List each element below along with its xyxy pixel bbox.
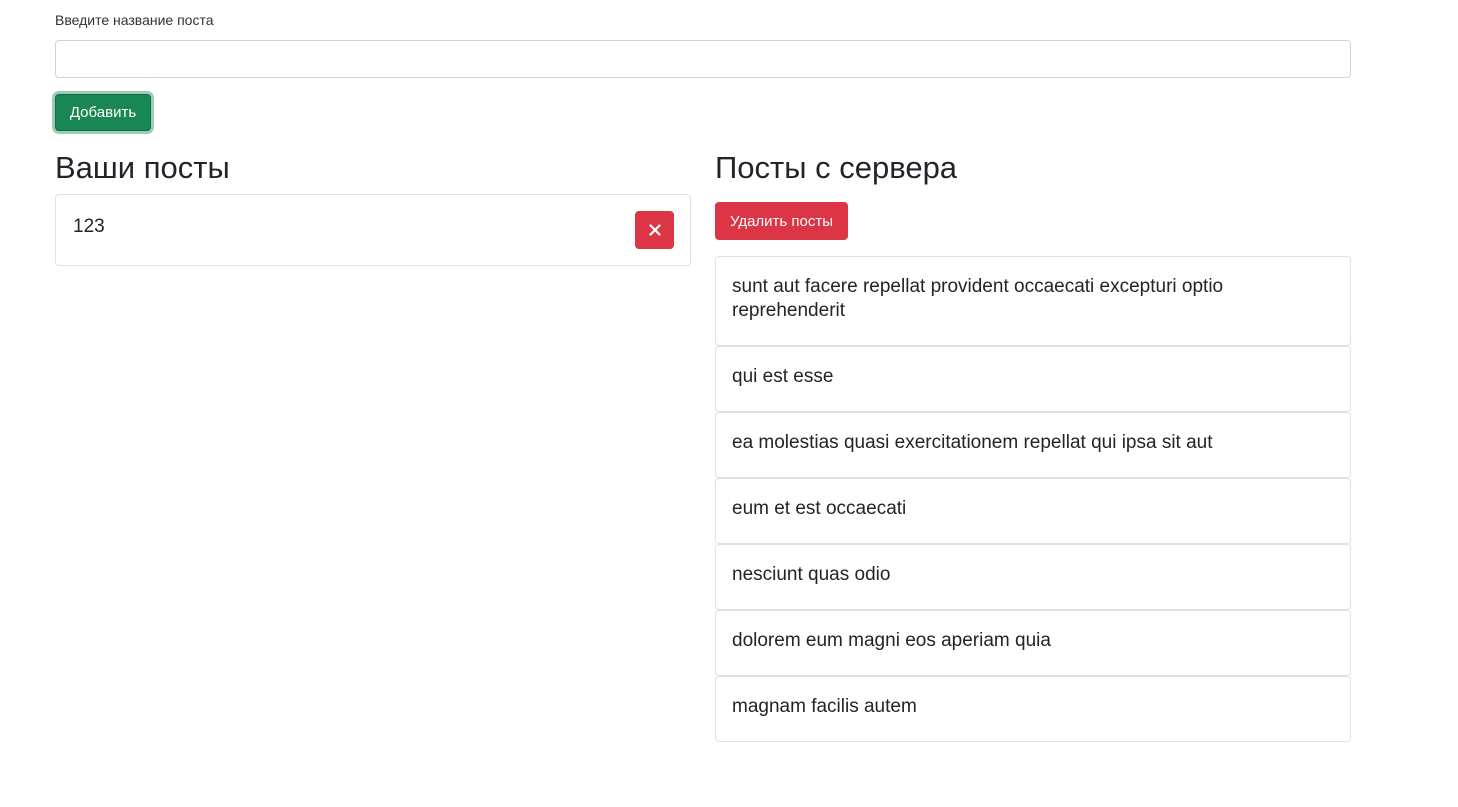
- server-posts-title: Посты с сервера: [715, 150, 958, 185]
- your-posts-title: Ваши посты: [55, 150, 230, 185]
- your-post-text: 123: [73, 216, 105, 237]
- server-post-item: qui est esse: [715, 346, 1351, 412]
- server-post-item: nesciunt quas odio: [715, 544, 1351, 610]
- server-post-item: sunt aut facere repellat provident occae…: [715, 256, 1351, 346]
- server-posts-list: sunt aut facere repellat provident occae…: [715, 256, 1351, 742]
- server-post-item: ea molestias quasi exercitationem repell…: [715, 412, 1351, 478]
- server-post-item: magnam facilis autem: [715, 676, 1351, 742]
- close-icon: [648, 224, 661, 236]
- your-post-item: 123: [55, 194, 691, 266]
- post-title-label: Введите название поста: [55, 12, 214, 28]
- delete-post-button[interactable]: [635, 211, 674, 249]
- post-title-input[interactable]: [55, 40, 1351, 78]
- add-post-button[interactable]: Добавить: [55, 94, 151, 131]
- server-post-item: eum et est occaecati: [715, 478, 1351, 544]
- server-post-item: dolorem eum magni eos aperiam quia: [715, 610, 1351, 676]
- delete-server-posts-button[interactable]: Удалить посты: [715, 202, 848, 240]
